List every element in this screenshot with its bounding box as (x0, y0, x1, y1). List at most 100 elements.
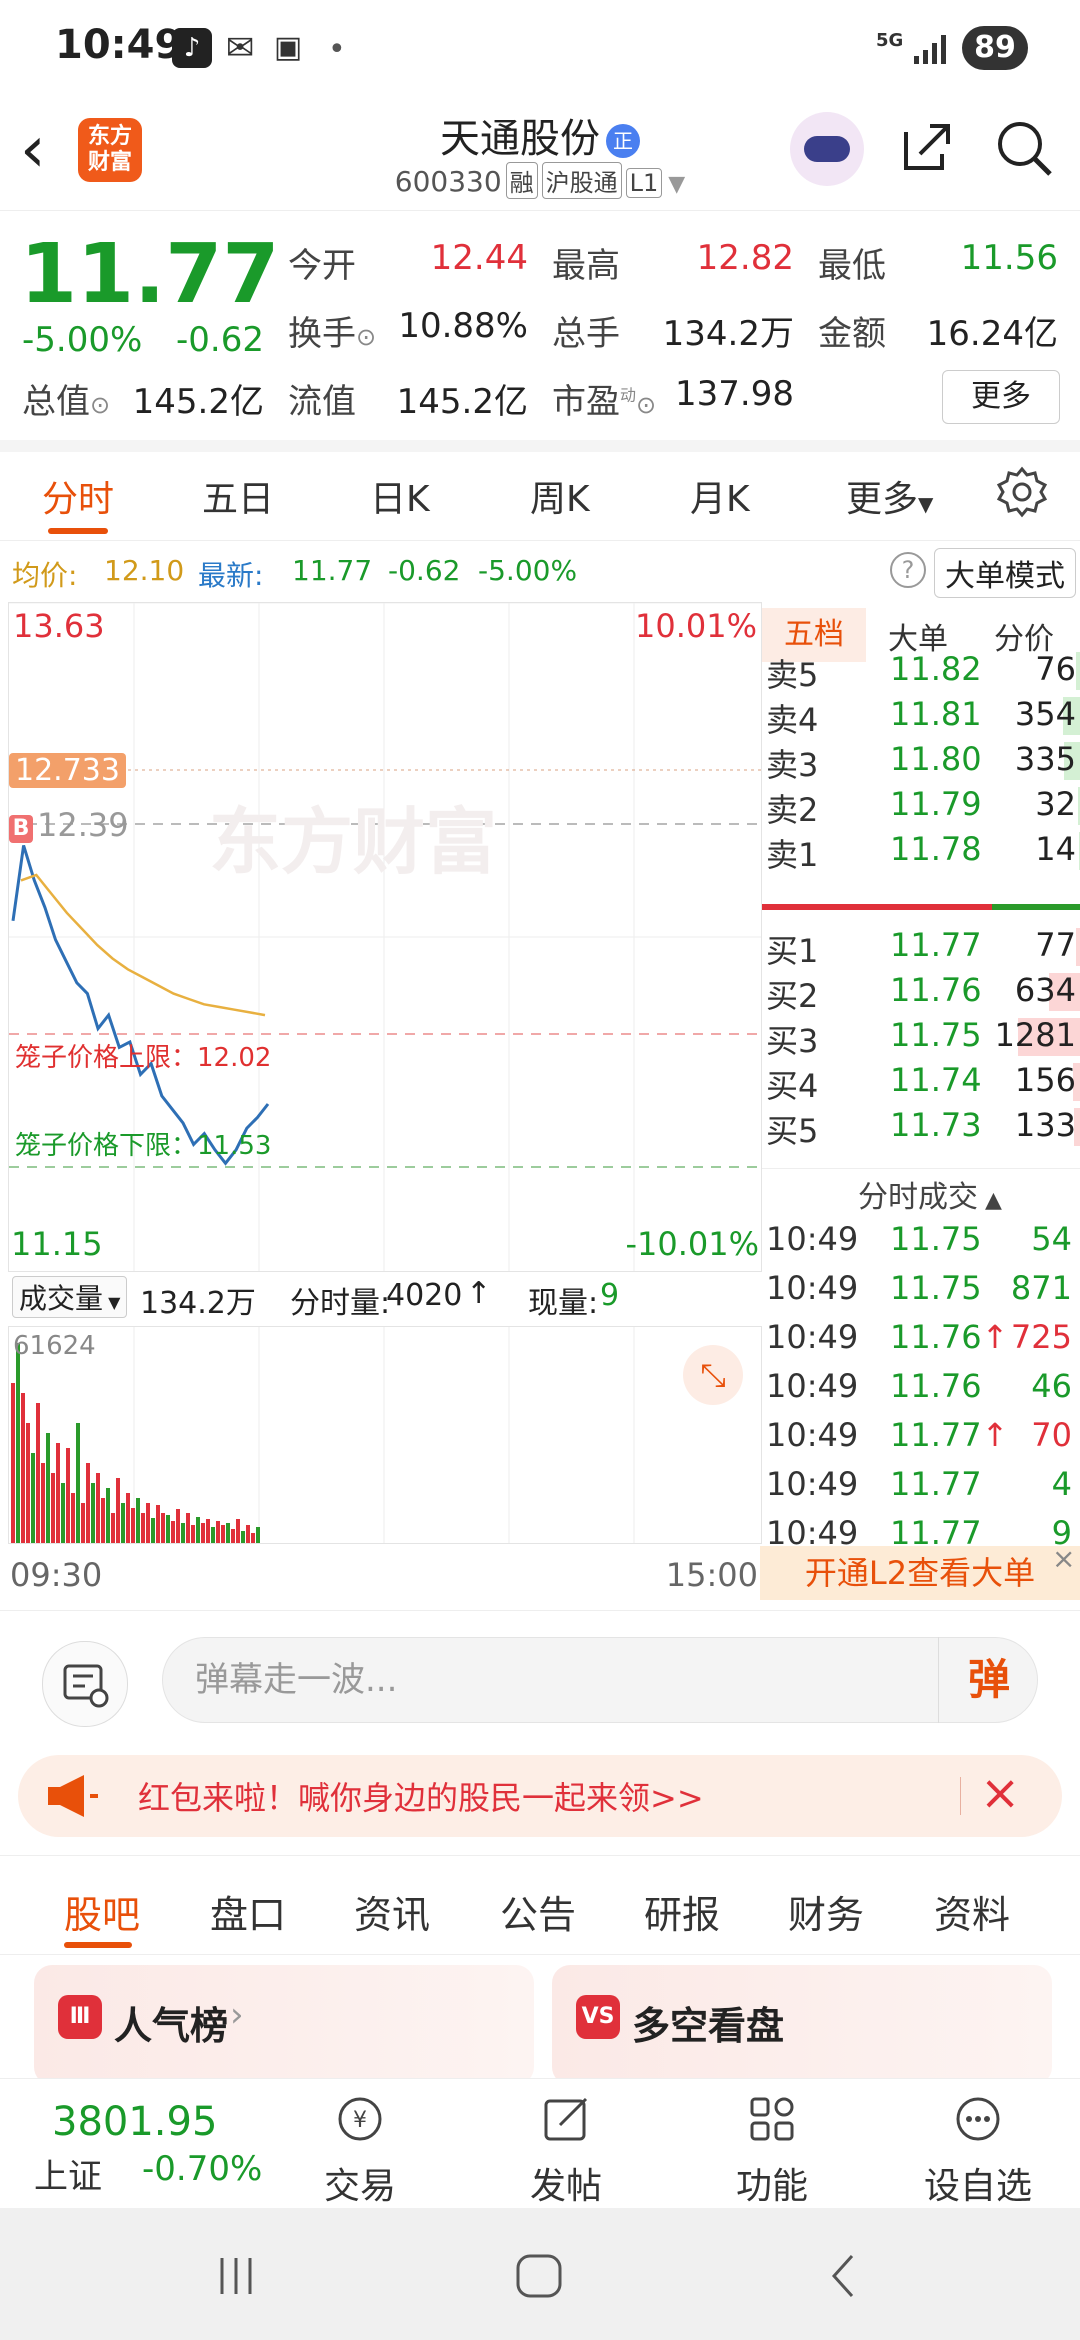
index-change[interactable]: -0.70% (142, 2149, 262, 2189)
tiktok-icon: ♪ (172, 28, 212, 68)
ask-row-2[interactable]: 卖4 11.81 354 (762, 695, 1080, 739)
functions-button[interactable]: 功能 (702, 2079, 842, 2209)
trade-tick-row: 10:49 11.75 871 (762, 1269, 1080, 1317)
volume-bar (86, 1463, 90, 1543)
ask-row-3[interactable]: 卖3 11.80 335 (762, 740, 1080, 784)
tab-more[interactable]: 更多▼ (846, 470, 933, 522)
search-icon[interactable] (994, 118, 1054, 178)
index-name[interactable]: 上证 (34, 2149, 102, 2198)
volume-chart[interactable]: 61624 ⤡ (8, 1326, 762, 1544)
volume-bar (256, 1527, 260, 1543)
large-order-mode-button[interactable]: 大单模式 (934, 548, 1076, 598)
mktcap-value: 145.2亿 (132, 382, 264, 422)
level-price: 11.79 (890, 785, 982, 823)
index-value[interactable]: 3801.95 (52, 2099, 217, 2145)
bull-bear-title: 多空看盘 (632, 2004, 785, 2048)
danmaku-input[interactable]: 弹幕走一波... (162, 1637, 1038, 1723)
watermark: 东方财富 (209, 800, 498, 884)
tab-intraday[interactable]: 分时 (42, 470, 114, 522)
buy-point-marker[interactable]: B (9, 815, 33, 843)
l2-upgrade-banner[interactable]: 开通L2查看大单 (760, 1546, 1080, 1600)
bid-row-3[interactable]: 买3 11.75 1281 (762, 1016, 1080, 1060)
tab-monthly-k[interactable]: 月K (690, 470, 750, 522)
volume-bar (216, 1521, 220, 1543)
danmaku-settings-icon[interactable] (42, 1641, 128, 1727)
volume-indicator-select[interactable]: 成交量 ▼ (12, 1276, 128, 1318)
volume-bar (126, 1493, 130, 1543)
popularity-card[interactable]: Ⅲ 人气榜 › (34, 1965, 534, 2085)
tab-daily-k[interactable]: 日K (370, 470, 430, 522)
last-value: 11.77 (292, 554, 373, 587)
minute-volume: 4020 (386, 1278, 463, 1313)
tab-order-panel[interactable]: 盘口 (210, 1884, 286, 1939)
chart-top-price: 13.63 (13, 607, 105, 645)
tab-news[interactable]: 资讯 (354, 1884, 430, 1939)
share-icon[interactable] (898, 118, 956, 176)
open-value: 12.44 (430, 238, 528, 278)
level-volume: 76 (1035, 650, 1076, 688)
intraday-chart[interactable]: 东方财富 13.63 10.01% 12.733 12.39 B 笼子价格上限：… (8, 602, 762, 1272)
assistant-robot-icon[interactable] (790, 112, 864, 186)
dropdown-icon: ▼ (103, 1293, 121, 1312)
volume-bar (151, 1518, 155, 1543)
add-watchlist-button[interactable]: 设自选 (908, 2079, 1048, 2209)
settings-gear-icon[interactable] (996, 466, 1048, 518)
level-label: 卖5 (766, 656, 819, 694)
pe-label[interactable]: 市盈动⊙ (552, 374, 656, 423)
status-bar: 10:49 ♪ ✉ ▣ • 5G 89 (0, 0, 1080, 100)
mktcap-label[interactable]: 总值⊙ (22, 374, 110, 423)
home-icon[interactable] (512, 2252, 566, 2300)
bull-bear-card[interactable]: VS 多空看盘 (552, 1965, 1052, 2085)
tab-weekly-k[interactable]: 周K (530, 470, 590, 522)
tab-more-label: 更多 (846, 479, 919, 520)
trade-button[interactable]: ¥ 交易 (290, 2079, 430, 2209)
ticks-title[interactable]: 分时成交 ▲ (858, 1172, 1002, 1216)
gallery-icon: ▣ (268, 28, 308, 68)
tick-price: 11.76 (890, 1367, 982, 1405)
red-packet-banner[interactable]: 红包来啦！喊你身边的股民一起来领>> × (18, 1755, 1062, 1837)
volume-bar (121, 1503, 125, 1543)
tab-five-day[interactable]: 五日 (202, 470, 274, 522)
popularity-title: 人气榜 (114, 2004, 229, 2048)
post-button[interactable]: 发帖 (496, 2079, 636, 2209)
tab-profile[interactable]: 资料 (934, 1884, 1010, 1939)
tick-volume: 46 (1031, 1367, 1072, 1405)
volume-bar (241, 1531, 245, 1543)
sell-strength-bar (762, 904, 992, 910)
active-tab-indicator (48, 528, 108, 534)
pe-label-text: 市盈 (552, 382, 620, 422)
float-value: 145.2亿 (396, 382, 528, 422)
more-button[interactable]: 更多 (942, 370, 1060, 424)
current-volume-label: 现量: (528, 1286, 599, 1321)
high-price-marker: 12.733 (9, 753, 126, 788)
tick-time: 10:49 (766, 1269, 859, 1307)
volume-selector-label: 成交量 (19, 1282, 104, 1315)
stock-status-badge: 正 (606, 124, 640, 158)
tab-forum[interactable]: 股吧 (64, 1884, 140, 1939)
ask-row-5[interactable]: 卖1 11.78 14 (762, 830, 1080, 874)
back-nav-icon[interactable] (820, 2252, 868, 2300)
banner-close-icon[interactable]: × (980, 1765, 1020, 1821)
tab-research[interactable]: 研报 (644, 1884, 720, 1939)
bid-row-4[interactable]: 买4 11.74 156 (762, 1061, 1080, 1105)
more-notifications-icon: • (328, 32, 346, 67)
danmaku-send-button[interactable]: 弹 (938, 1637, 1039, 1723)
help-icon[interactable]: ? (890, 552, 926, 588)
turnover-label[interactable]: 换手⊙ (288, 306, 376, 355)
ask-row-1[interactable]: 卖5 11.82 76 (762, 650, 1080, 694)
bid-row-5[interactable]: 买5 11.73 133 (762, 1106, 1080, 1150)
order-book: 五档 大单 分价 卖5 11.82 76 卖4 11.81 354 卖3 11.80 335 卖2… (762, 602, 1080, 1552)
tab-financials[interactable]: 财务 (788, 1884, 864, 1939)
content-tabs: 股吧 盘口 资讯 公告 研报 财务 资料 (0, 1855, 1080, 1955)
trade-tick-row: 10:49 11.77↑ 70 (762, 1416, 1080, 1464)
avg-value: 12.10 (104, 554, 185, 587)
status-time: 10:49 (55, 22, 183, 68)
expand-icon[interactable]: ⤡ (683, 1345, 743, 1405)
recent-apps-icon[interactable] (212, 2252, 260, 2300)
tab-announcements[interactable]: 公告 (500, 1884, 576, 1939)
ask-row-4[interactable]: 卖2 11.79 32 (762, 785, 1080, 829)
bid-row-1[interactable]: 买1 11.77 77 (762, 926, 1080, 970)
close-icon[interactable]: × (1052, 1542, 1075, 1575)
bid-row-2[interactable]: 买2 11.76 634 (762, 971, 1080, 1015)
level-price: 11.80 (890, 740, 982, 778)
